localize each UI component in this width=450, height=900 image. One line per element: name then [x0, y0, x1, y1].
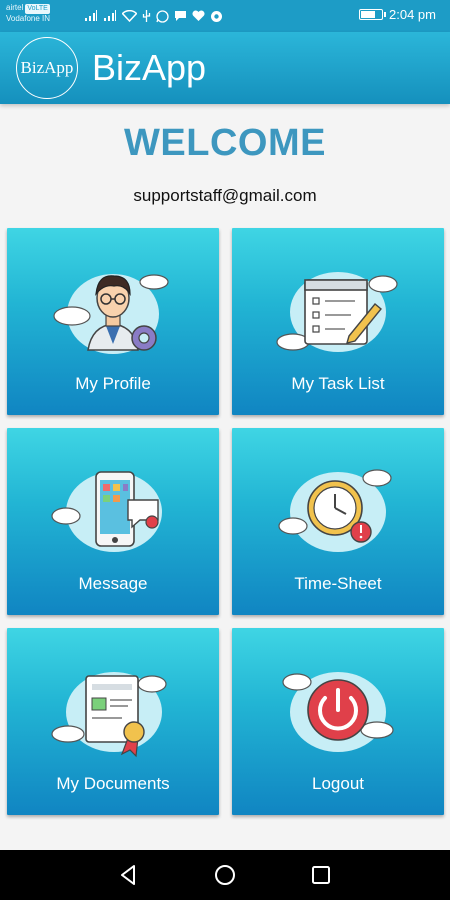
- message-icon: [51, 471, 162, 552]
- tile-label: Logout: [312, 774, 364, 793]
- dashboard-grid: My Profile My Task List Message Time-She…: [0, 0, 450, 900]
- my-task-list-tile[interactable]: My Task List: [232, 228, 444, 415]
- logout-tile[interactable]: Logout: [232, 628, 444, 815]
- documents-icon: [51, 672, 167, 758]
- profile-icon: [53, 274, 169, 354]
- task-list-icon: [276, 272, 398, 352]
- tile-label: Time-Sheet: [294, 574, 382, 593]
- time-sheet-tile[interactable]: Time-Sheet: [232, 428, 444, 615]
- back-icon[interactable]: [116, 862, 142, 888]
- my-profile-tile[interactable]: My Profile: [7, 228, 219, 415]
- recents-icon[interactable]: [308, 862, 334, 888]
- my-documents-tile[interactable]: My Documents: [7, 628, 219, 815]
- tile-label: Message: [78, 574, 148, 593]
- tile-label: My Profile: [75, 374, 151, 393]
- tile-label: My Documents: [56, 774, 170, 793]
- home-icon[interactable]: [212, 862, 238, 888]
- message-tile[interactable]: Message: [7, 428, 219, 615]
- power-icon: [282, 672, 394, 752]
- clock-icon: [278, 469, 392, 552]
- system-nav-bar: [0, 850, 450, 900]
- tile-label: My Task List: [291, 374, 385, 393]
